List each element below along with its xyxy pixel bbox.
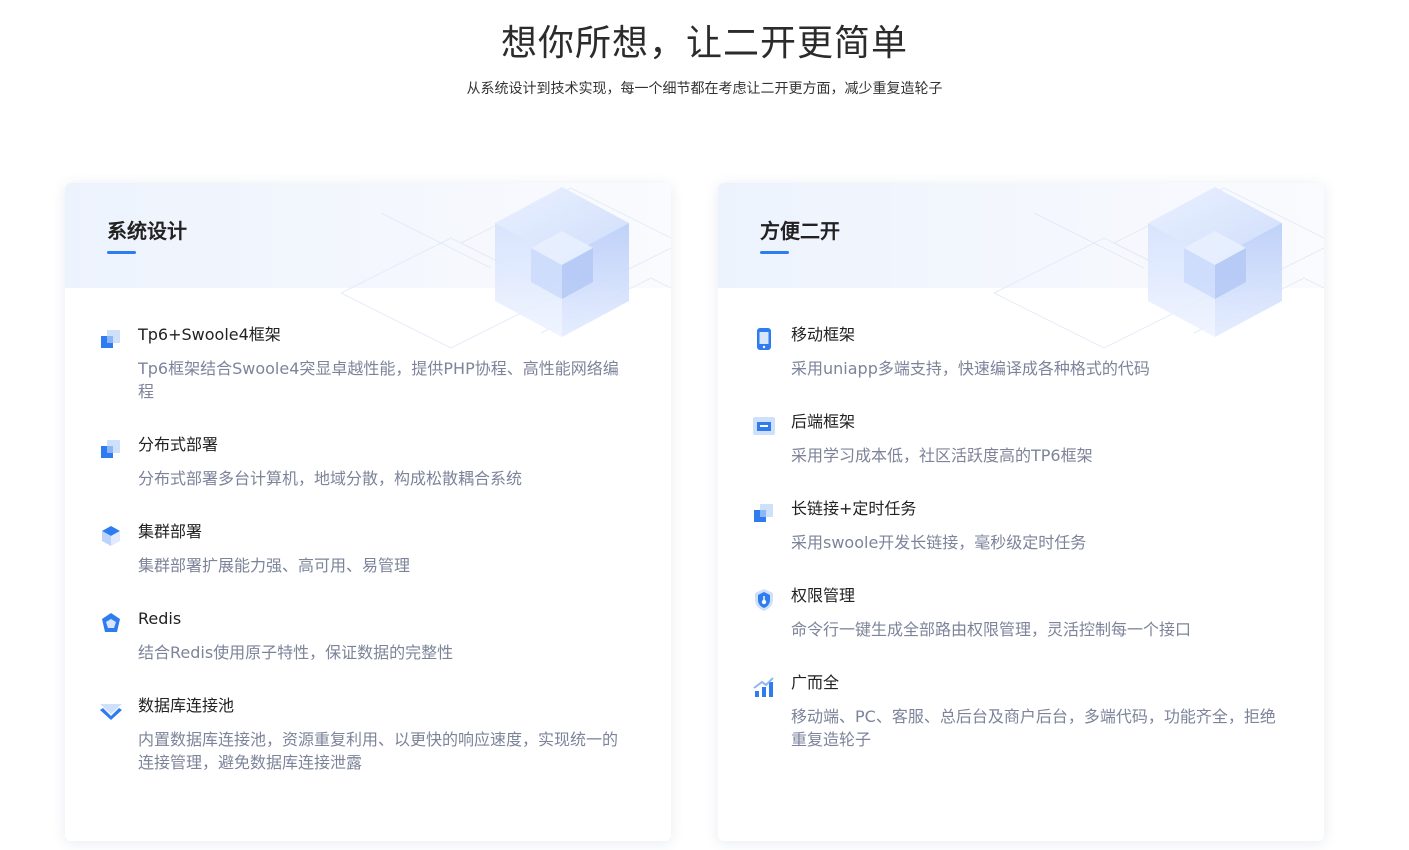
item-title: Redis xyxy=(138,609,182,628)
list-item: 长链接+定时任务 采用swoole开发长链接，毫秒级定时任务 xyxy=(752,497,1284,554)
cube-icon xyxy=(102,526,120,546)
item-description: 结合Redis使用原子特性，保证数据的完整性 xyxy=(138,643,454,662)
card-title: 系统设计 xyxy=(107,219,187,243)
list-item: 权限管理 命令行一键生成全部路由权限管理，灵活控制每一个接口 xyxy=(752,584,1284,641)
feature-list: 移动框架 采用uniapp多端支持，快速编译成各种格式的代码 后端框架 采用学习… xyxy=(752,323,1284,751)
title-underline xyxy=(760,251,789,254)
list-item: Redis 结合Redis使用原子特性，保证数据的完整性 xyxy=(99,607,631,664)
mobile-phone-icon xyxy=(757,328,771,350)
item-description: 分布式部署多台计算机，地域分散，构成松散耦合系统 xyxy=(138,469,523,488)
item-description: 移动端、PC、客服、总后台及商户后台，多端代码，功能齐全，拒绝重复造轮子 xyxy=(791,707,1276,749)
database-layers-icon xyxy=(100,704,122,720)
monitor-icon xyxy=(753,417,775,435)
item-description: 采用学习成本低，社区活跃度高的TP6框架 xyxy=(791,446,1093,465)
shield-key-icon xyxy=(755,589,773,611)
item-title: 数据库连接池 xyxy=(138,696,235,715)
item-description: 命令行一键生成全部路由权限管理，灵活控制每一个接口 xyxy=(791,620,1192,639)
list-item: 广而全 移动端、PC、客服、总后台及商户后台，多端代码，功能齐全，拒绝重复造轮子 xyxy=(752,671,1284,751)
hero-subtitle: 从系统设计到技术实现，每一个细节都在考虑让二开更方面，减少重复造轮子 xyxy=(466,81,943,97)
list-item: Tp6+Swoole4框架 Tp6框架结合Swoole4突显卓越性能，提供PHP… xyxy=(99,323,631,403)
list-item: 集群部署 集群部署扩展能力强、高可用、易管理 xyxy=(99,520,631,577)
item-title: 后端框架 xyxy=(791,412,856,431)
item-description: 采用uniapp多端支持，快速编译成各种格式的代码 xyxy=(791,359,1150,378)
item-title: 权限管理 xyxy=(791,586,856,605)
item-title: Tp6+Swoole4框架 xyxy=(138,325,281,344)
cube-illustration-icon xyxy=(495,187,629,337)
item-description: 内置数据库连接池，资源重复利用、以更快的响应速度，实现统一的连接管理，避免数据库… xyxy=(138,730,619,772)
list-item: 分布式部署 分布式部署多台计算机，地域分散，构成松散耦合系统 xyxy=(99,433,631,490)
stacked-squares-icon xyxy=(101,440,120,458)
title-underline xyxy=(107,251,136,254)
stacked-squares-icon xyxy=(754,504,773,522)
item-description: Tp6框架结合Swoole4突显卓越性能，提供PHP协程、高性能网络编程 xyxy=(138,359,619,401)
item-description: 采用swoole开发长链接，毫秒级定时任务 xyxy=(791,533,1087,552)
card-title: 方便二开 xyxy=(760,219,840,243)
feature-card-easy-dev: 方便二开 移动框架 采用uniapp多端支持，快速编译成各种格式的代码 后端框架 xyxy=(718,183,1324,841)
list-item: 数据库连接池 内置数据库连接池，资源重复利用、以更快的响应速度，实现统一的连接管… xyxy=(99,694,631,774)
hero-title: 想你所想，让二开更简单 xyxy=(500,23,908,64)
list-item: 后端框架 采用学习成本低，社区活跃度高的TP6框架 xyxy=(752,410,1284,467)
item-description: 集群部署扩展能力强、高可用、易管理 xyxy=(138,556,411,575)
cube-illustration-icon xyxy=(1148,187,1282,337)
list-item: 移动框架 采用uniapp多端支持，快速编译成各种格式的代码 xyxy=(752,323,1284,380)
stacked-squares-icon xyxy=(101,330,120,348)
item-title: 分布式部署 xyxy=(138,435,219,454)
bar-chart-icon xyxy=(753,677,774,697)
feature-card-system-design: 系统设计 Tp6+Swoole4框架 Tp6框架结合Swoole4突显卓越性能，… xyxy=(65,183,671,841)
redis-icon xyxy=(102,613,120,632)
item-title: 广而全 xyxy=(791,673,840,692)
item-title: 集群部署 xyxy=(138,522,203,541)
feature-list: Tp6+Swoole4框架 Tp6框架结合Swoole4突显卓越性能，提供PHP… xyxy=(99,323,631,774)
item-title: 移动框架 xyxy=(791,325,856,344)
item-title: 长链接+定时任务 xyxy=(791,499,917,518)
